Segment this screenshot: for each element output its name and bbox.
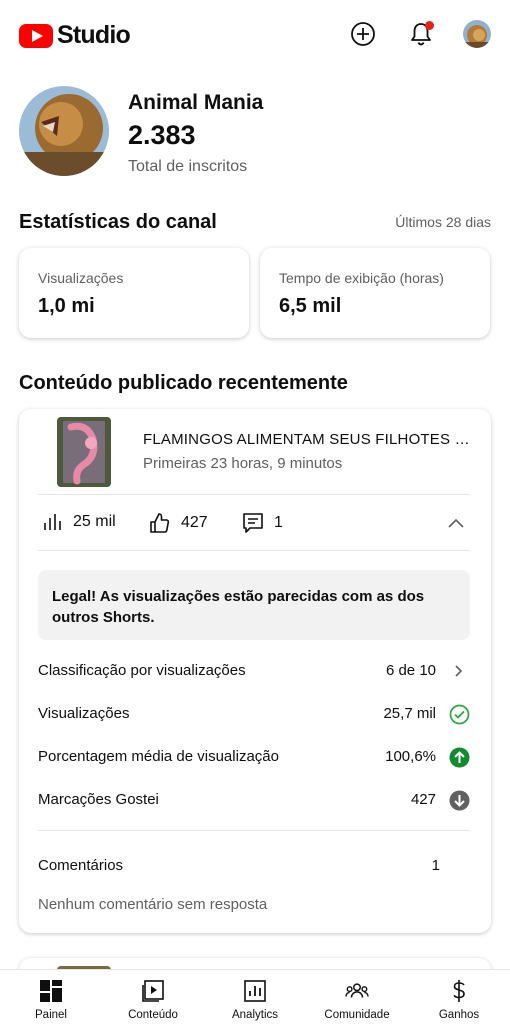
likes-metric: 427 — [149, 512, 208, 534]
stat-value: 1,0 mi — [38, 295, 95, 317]
video-timeframe: Primeiras 23 horas, 9 minutos — [143, 455, 343, 472]
stat-card-views[interactable]: Visualizações 1,0 mi — [19, 248, 249, 338]
row-label: Porcentagem média de visualização — [38, 748, 279, 765]
add-circle-icon — [351, 22, 375, 46]
nav-label: Ganhos — [438, 1009, 480, 1021]
top-app-bar: Studio — [0, 0, 510, 68]
account-avatar[interactable] — [463, 20, 491, 48]
views-row: Visualizações 25,7 mil — [38, 703, 470, 725]
stats-period: Últimos 28 dias — [395, 214, 491, 230]
nav-item-comunidade[interactable]: Comunidade — [306, 970, 408, 1029]
notification-dot — [425, 21, 434, 30]
row-value: 6 de 10 — [385, 662, 436, 679]
check-circle-icon — [448, 703, 470, 725]
channel-name: Animal Mania — [128, 91, 264, 114]
nav-item-painel[interactable]: Painel — [0, 970, 102, 1029]
nav-label: Painel — [35, 1009, 67, 1021]
content-icon — [141, 979, 165, 1003]
comment-icon — [243, 513, 263, 533]
notifications-button[interactable] — [407, 20, 435, 48]
arrow-up-circle-icon — [448, 746, 470, 768]
comments-total: 1 — [431, 857, 440, 874]
chevron-right-icon — [448, 660, 470, 682]
nav-label: Comunidade — [324, 1009, 390, 1021]
nav-item-conteudo[interactable]: Conteúdo — [102, 970, 204, 1029]
video-title[interactable]: FLAMINGOS ALIMENTAM SEUS FILHOTES COM LE… — [143, 431, 473, 448]
studio-logo[interactable]: Studio — [19, 21, 131, 50]
row-label: Classificação por visualizações — [38, 662, 246, 679]
divider — [38, 830, 470, 831]
logo-text: Studio — [57, 21, 131, 49]
unanswered-comments-note: Nenhum comentário sem resposta — [38, 896, 268, 913]
bottom-navigation: Painel Conteúdo Analytics Comunidade Gan… — [0, 969, 510, 1029]
row-value: 100,6% — [385, 748, 436, 765]
nav-item-ganhos[interactable]: Ganhos — [408, 970, 510, 1029]
nav-label: Analytics — [231, 1009, 279, 1021]
stat-label: Visualizações — [38, 270, 124, 286]
recent-video-card: FLAMINGOS ALIMENTAM SEUS FILHOTES COM LE… — [19, 409, 491, 933]
recent-content-title: Conteúdo publicado recentemente — [19, 372, 348, 394]
row-label: Visualizações — [38, 705, 130, 722]
channel-stats-title: Estatísticas do canal — [19, 211, 217, 233]
divider — [38, 550, 470, 551]
bar-chart-icon — [44, 514, 61, 530]
create-button[interactable] — [349, 20, 377, 48]
views-count: 25 mil — [73, 513, 116, 530]
dashboard-icon — [39, 979, 63, 1003]
earn-icon — [447, 979, 471, 1003]
performance-banner: Legal! As visualizações estão parecidas … — [38, 570, 470, 640]
row-value: 427 — [410, 791, 436, 808]
row-label: Marcações Gostei — [38, 791, 159, 808]
nav-label: Conteúdo — [128, 1009, 178, 1021]
row-value: 25,7 mil — [383, 705, 436, 722]
stat-card-watch-time[interactable]: Tempo de exibição (horas) 6,5 mil — [260, 248, 490, 338]
divider — [38, 494, 470, 495]
thumbs-up-icon — [150, 513, 170, 533]
likes-count: 427 — [181, 514, 208, 531]
arrow-down-circle-icon — [448, 789, 470, 811]
video-thumbnail[interactable] — [57, 417, 111, 487]
subscriber-count: 2.383 — [128, 120, 196, 150]
comments-count: 1 — [274, 514, 283, 531]
chevron-up-icon — [448, 518, 464, 528]
nav-item-analytics[interactable]: Analytics — [204, 970, 306, 1029]
channel-avatar[interactable] — [19, 86, 109, 176]
community-icon — [345, 979, 369, 1003]
comments-metric: 1 — [242, 512, 283, 534]
avg-percentage-row: Porcentagem média de visualização 100,6% — [38, 746, 470, 768]
likes-row: Marcações Gostei 427 — [38, 789, 470, 811]
stat-value: 6,5 mil — [279, 295, 342, 317]
stat-label: Tempo de exibição (horas) — [279, 270, 444, 286]
subscriber-label: Total de inscritos — [128, 158, 248, 175]
analytics-icon — [243, 979, 267, 1003]
comments-label: Comentários — [38, 857, 124, 874]
views-metric: 25 mil — [43, 512, 116, 532]
rank-row[interactable]: Classificação por visualizações 6 de 10 — [38, 660, 470, 682]
collapse-button[interactable] — [447, 516, 465, 534]
youtube-play-icon — [19, 23, 53, 48]
